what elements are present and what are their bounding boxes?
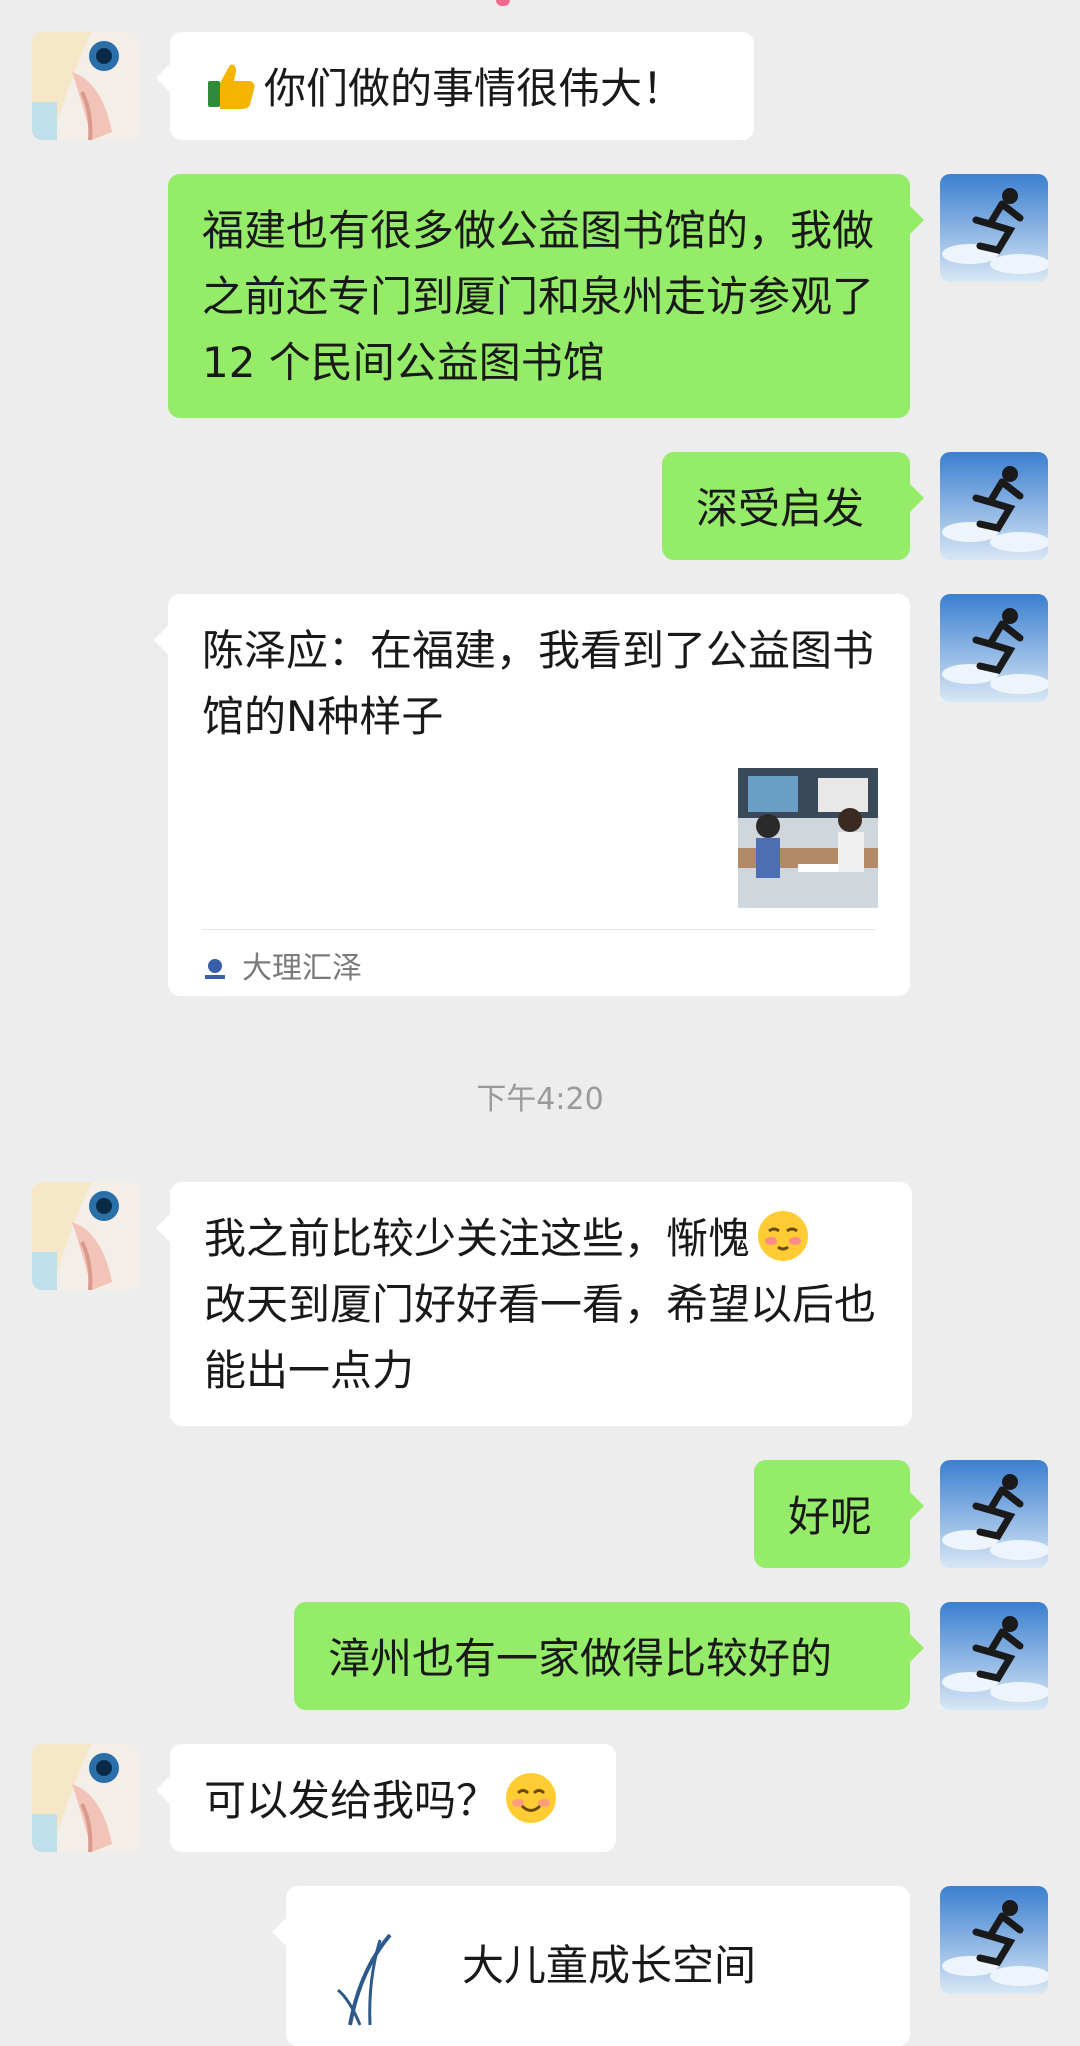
contact-card[interactable]: 大儿童成长空间 (272, 1886, 910, 2046)
source-logo-icon (205, 959, 225, 979)
message-text: 深受启发 (696, 484, 865, 533)
shy-face-icon (758, 1211, 809, 1261)
message-bubble-incoming[interactable]: 我之前比较少关注这些，惭愧 改天到厦门好好看一看，希望以后也能出一点力 (156, 1182, 912, 1428)
message-bubble-incoming[interactable]: 你们做的事情很伟大！ (156, 32, 754, 140)
jumping-person-avatar-icon (940, 1460, 1048, 1568)
link-card-title: 陈泽应：在福建，我看到了公益图书馆的N种样子 (202, 626, 875, 741)
contact-card-title: 大儿童成长空间 (462, 1941, 757, 1990)
top-indicator (496, 0, 510, 6)
smile-face-icon (506, 1773, 557, 1823)
brand-logo-icon (337, 1933, 392, 2026)
message-text: 可以发给我吗？ (170, 1744, 616, 1858)
anime-girl-avatar-icon (32, 1744, 140, 1852)
message-bubble-outgoing[interactable]: 好呢 (754, 1460, 924, 1568)
contact-avatar[interactable] (32, 32, 140, 140)
my-avatar[interactable] (940, 1460, 1048, 1568)
my-avatar[interactable] (940, 594, 1048, 702)
anime-girl-avatar-icon (32, 1182, 140, 1290)
my-avatar[interactable] (940, 174, 1048, 282)
contact-avatar[interactable] (32, 1182, 140, 1290)
library-photo-icon (738, 768, 878, 908)
message-text: 你们做的事情很伟大！ (170, 32, 754, 146)
jumping-person-avatar-icon (940, 452, 1048, 560)
message-timestamp: 下午4:20 (476, 1082, 604, 1117)
my-avatar[interactable] (940, 452, 1048, 560)
message-text: 好呢 (788, 1492, 873, 1541)
message-text: 漳州也有一家做得比较好的 (328, 1634, 833, 1683)
message-text: 我之前比较少关注这些，惭愧 改天到厦门好好看一看，希望以后也能出一点力 (170, 1182, 912, 1428)
my-avatar[interactable] (940, 1602, 1048, 1710)
message-bubble-incoming[interactable]: 可以发给我吗？ (156, 1744, 616, 1852)
link-card[interactable]: 陈泽应：在福建，我看到了公益图书馆的N种样子 大理汇泽 (154, 594, 910, 996)
jumping-person-avatar-icon (940, 594, 1048, 702)
message-text: 福建也有很多做公益图书馆的，我做之前还专门到厦门和泉州走访参观了12 个民间公益… (202, 206, 875, 387)
thumbs-up-icon (208, 64, 255, 109)
message-bubble-outgoing[interactable]: 福建也有很多做公益图书馆的，我做之前还专门到厦门和泉州走访参观了12 个民间公益… (168, 174, 924, 418)
jumping-person-avatar-icon (940, 1602, 1048, 1710)
my-avatar[interactable] (940, 1886, 1048, 1994)
message-bubble-outgoing[interactable]: 深受启发 (662, 452, 924, 560)
anime-girl-avatar-icon (32, 32, 140, 140)
jumping-person-avatar-icon (940, 174, 1048, 282)
divider (202, 929, 876, 930)
contact-avatar[interactable] (32, 1744, 140, 1852)
message-bubble-outgoing[interactable]: 漳州也有一家做得比较好的 (294, 1602, 924, 1710)
link-card-source: 大理汇泽 (202, 944, 362, 994)
jumping-person-avatar-icon (940, 1886, 1048, 1994)
link-card-thumbnail (738, 768, 878, 908)
